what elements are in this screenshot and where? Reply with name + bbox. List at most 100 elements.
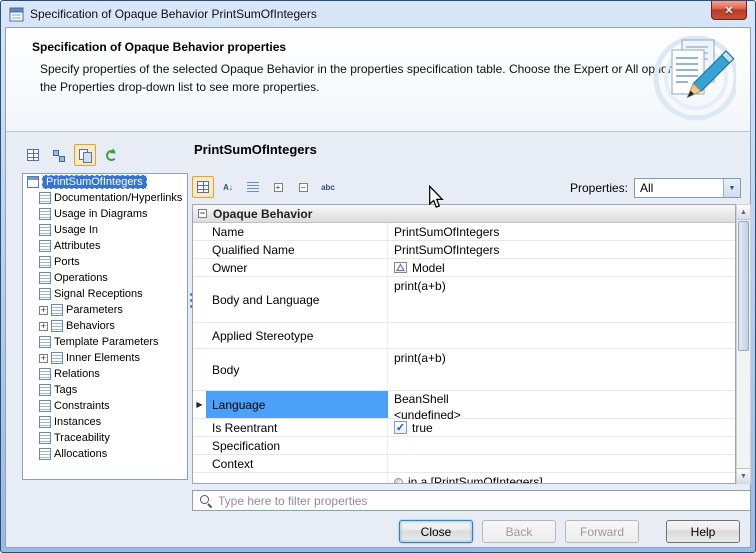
property-row-body-and-language: Body and Language print(a+b) xyxy=(193,277,735,323)
expand-icon[interactable]: + xyxy=(39,354,48,363)
tree-item-ports[interactable]: Ports xyxy=(23,254,187,270)
window-title: Specification of Opaque Behavior PrintSu… xyxy=(30,7,317,21)
tree-item-icon xyxy=(51,304,63,316)
property-name-selected[interactable]: Language xyxy=(206,391,388,418)
tree-item-parameters[interactable]: +Parameters xyxy=(23,302,187,318)
checkbox-checked-icon[interactable]: ✓ xyxy=(394,421,407,434)
tree-item-usage-in[interactable]: Usage In xyxy=(23,222,187,238)
scroll-up-button[interactable]: ▲ xyxy=(737,205,750,220)
property-value[interactable] xyxy=(388,323,735,348)
tree-item-icon xyxy=(39,368,51,380)
property-row-applied-stereotype: Applied Stereotype xyxy=(193,323,735,349)
row-marker xyxy=(193,223,206,240)
property-name[interactable]: Context xyxy=(206,455,388,472)
tree-item-tags[interactable]: Tags xyxy=(23,382,187,398)
close-button[interactable]: ✕ xyxy=(711,1,747,20)
property-row-language: ▶ Language BeanShell <undefined> xyxy=(193,391,735,419)
properties-toolbar: A↓ + − abc xyxy=(192,176,339,198)
show-description-button[interactable] xyxy=(242,176,264,198)
tree-item-inner-elements[interactable]: + Inner Elements xyxy=(23,350,187,366)
row-marker xyxy=(193,419,206,436)
tree-item-operations[interactable]: Operations xyxy=(23,270,187,286)
tree-item-traceability[interactable]: Traceability xyxy=(23,430,187,446)
tree-item-allocations[interactable]: Allocations xyxy=(23,446,187,462)
property-name[interactable]: Qualified Name xyxy=(206,241,388,258)
tree-item-template-parameters[interactable]: Template Parameters xyxy=(23,334,187,350)
back-button: Back xyxy=(482,520,556,543)
property-name[interactable]: Specification xyxy=(206,437,388,454)
vertical-scrollbar[interactable]: ▲ ▼ xyxy=(736,204,751,484)
categorized-view-button[interactable] xyxy=(192,176,214,198)
sort-icon: A↓ xyxy=(223,183,233,192)
property-value[interactable]: print(a+b) xyxy=(388,349,735,390)
specification-dialog: Specification of Opaque Behavior PrintSu… xyxy=(0,0,756,553)
close-dialog-button[interactable]: Close xyxy=(399,520,473,543)
tree-item-label: Documentation/Hyperlinks xyxy=(54,192,182,204)
refresh-button[interactable] xyxy=(100,144,122,166)
table-view-button[interactable] xyxy=(22,144,44,166)
collapse-all-button[interactable]: − xyxy=(292,176,314,198)
tree-root[interactable]: PrintSumOfIntegers xyxy=(23,174,187,190)
property-row-context: Context xyxy=(193,455,735,473)
tree-item-documentation[interactable]: Documentation/Hyperlinks xyxy=(23,190,187,206)
notepad-pencil-icon xyxy=(644,32,736,126)
tree-item-label: Inner Elements xyxy=(66,352,140,364)
header-description-line1: Specify properties of the selected Opaqu… xyxy=(40,62,708,76)
property-value[interactable] xyxy=(388,455,735,472)
collapse-group-icon[interactable]: − xyxy=(198,209,207,218)
property-value[interactable]: ✓ true xyxy=(388,419,735,436)
dialog-icon xyxy=(9,7,24,22)
filter-input[interactable] xyxy=(218,494,750,508)
expand-icon[interactable]: + xyxy=(39,306,48,315)
property-name[interactable]: Applied Stereotype xyxy=(206,323,388,348)
help-button[interactable]: Help xyxy=(666,520,740,543)
property-value[interactable]: print(a+b) xyxy=(388,277,735,322)
selected-row-marker-icon: ▶ xyxy=(193,391,206,418)
row-marker xyxy=(193,349,206,390)
owner-value-text: Model xyxy=(412,261,445,275)
tree-item-behaviors[interactable]: +Behaviors xyxy=(23,318,187,334)
property-value[interactable]: BeanShell <undefined> xyxy=(388,391,735,418)
property-group-header[interactable]: − Opaque Behavior xyxy=(193,205,735,223)
language-value[interactable]: BeanShell xyxy=(394,392,449,406)
tree-item-icon xyxy=(39,416,51,428)
property-group-label: Opaque Behavior xyxy=(213,207,312,221)
tree-item-relations[interactable]: Relations xyxy=(23,366,187,382)
header-title: Specification of Opaque Behavior propert… xyxy=(32,40,286,54)
tree-item-icon xyxy=(39,400,51,412)
close-icon: ✕ xyxy=(724,4,733,17)
property-name[interactable]: Body and Language xyxy=(206,277,388,322)
property-name[interactable]: Is Reentrant xyxy=(206,419,388,436)
tree-item-instances[interactable]: Instances xyxy=(23,414,187,430)
show-abbreviations-button[interactable]: abc xyxy=(317,176,339,198)
tree-item-label: Instances xyxy=(54,416,101,428)
expand-icon[interactable]: + xyxy=(39,322,48,331)
chevron-down-icon[interactable]: ▼ xyxy=(723,179,740,197)
properties-label: Properties: xyxy=(570,181,628,195)
expand-all-icon: + xyxy=(274,183,283,192)
row-marker xyxy=(193,437,206,454)
property-value[interactable] xyxy=(388,437,735,454)
tree-item-label: Ports xyxy=(54,256,80,268)
tree-item-signal-receptions[interactable]: Signal Receptions xyxy=(23,286,187,302)
property-value[interactable]: PrintSumOfIntegers xyxy=(388,223,735,240)
search-icon xyxy=(199,494,212,507)
tree-item-label: Operations xyxy=(54,272,108,284)
expand-all-button[interactable]: + xyxy=(267,176,289,198)
property-value[interactable]: PrintSumOfIntegers xyxy=(388,241,735,258)
tree-item-constraints[interactable]: Constraints xyxy=(23,398,187,414)
properties-dropdown[interactable]: All ▼ xyxy=(634,178,741,198)
property-name[interactable]: Owner xyxy=(206,259,388,276)
tree-item-usage-in-diagrams[interactable]: Usage in Diagrams xyxy=(23,206,187,222)
scrollbar-thumb[interactable] xyxy=(738,221,749,351)
panel-title: PrintSumOfIntegers xyxy=(194,142,317,157)
scroll-down-button[interactable]: ▼ xyxy=(737,468,750,483)
property-name[interactable]: Name xyxy=(206,223,388,240)
sort-alphabetically-button[interactable]: A↓ xyxy=(217,176,239,198)
property-value[interactable]: Model xyxy=(388,259,735,276)
tree-view-button[interactable] xyxy=(48,144,70,166)
tree-item-attributes[interactable]: Attributes xyxy=(23,238,187,254)
property-row-qualified-name: Qualified Name PrintSumOfIntegers xyxy=(193,241,735,259)
property-name[interactable]: Body xyxy=(206,349,388,390)
grouped-view-button[interactable] xyxy=(74,144,96,166)
